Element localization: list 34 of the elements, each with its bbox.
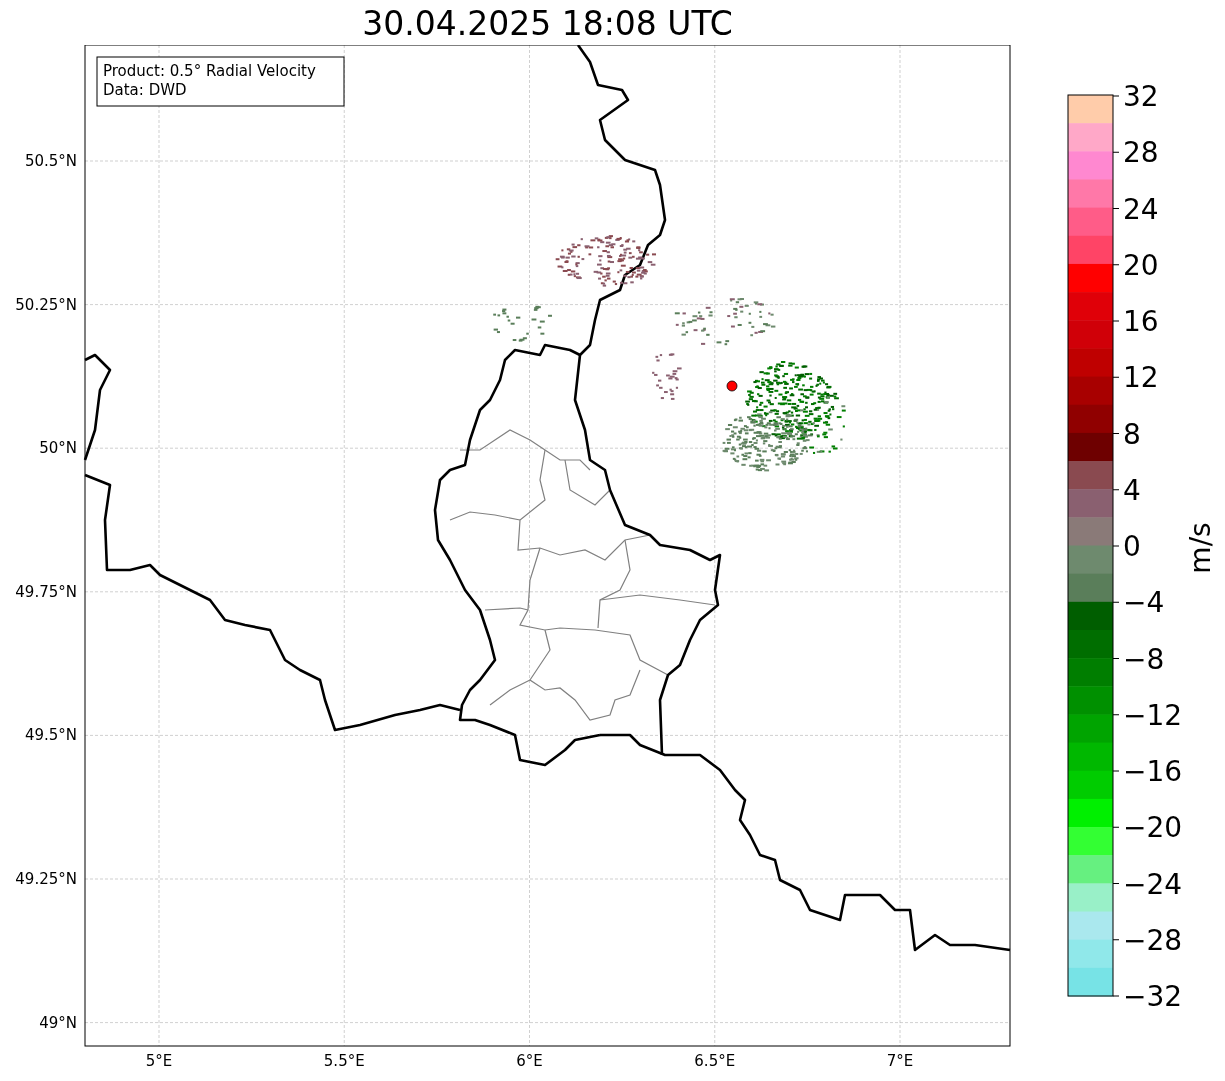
colorbar-tick-label: −12	[1123, 698, 1183, 732]
colorbar-tick-label: 32	[1123, 80, 1159, 113]
colorbar-tick-label: −4	[1123, 586, 1165, 620]
colorbar-tick-label: 0	[1123, 530, 1141, 563]
colorbar-tick-label: −16	[1123, 755, 1183, 788]
chart-title: 30.04.2025 18:08 UTC	[362, 3, 733, 45]
latitude-label: 49°N	[39, 1013, 77, 1032]
colorbar-tick-label: 16	[1123, 305, 1159, 338]
colorbar-tick-label: 8	[1123, 417, 1141, 451]
colorbar-tick-label: 12	[1123, 361, 1159, 395]
latitude-label: 50.25°N	[15, 295, 77, 314]
colorbar-tick-label: −28	[1123, 923, 1183, 957]
colorbar-tick-label: 20	[1123, 248, 1159, 282]
longitude-label: 7°E	[886, 1052, 914, 1070]
colorbar-tick-label: −32	[1123, 980, 1183, 1013]
longitude-label: 6.5°E	[694, 1052, 736, 1070]
info-text: Product: 0.5° Radial Velocity	[103, 62, 316, 80]
latitude-label: 49.5°N	[24, 726, 77, 745]
info-text: Data: DWD	[103, 81, 187, 99]
colorbar-unit-label: m/s	[1184, 522, 1217, 574]
latitude-label: 50.5°N	[24, 152, 77, 170]
latitude-label: 49.25°N	[15, 870, 77, 888]
latitude-label: 49.75°N	[15, 582, 77, 601]
longitude-label: 5.5°E	[323, 1052, 365, 1070]
colorbar-tick-label: 28	[1123, 136, 1159, 170]
latitude-label: 50°N	[39, 439, 77, 458]
colorbar-tick-label: −8	[1123, 642, 1165, 676]
colorbar-tick-label: 4	[1123, 473, 1141, 507]
colorbar-tick-label: 24	[1123, 192, 1159, 226]
colorbar-tick-label: −20	[1123, 811, 1183, 845]
longitude-label: 6°E	[516, 1052, 543, 1070]
colorbar-tick-label: −24	[1123, 867, 1183, 901]
longitude-label: 5°E	[145, 1052, 173, 1070]
radar-site-marker	[726, 380, 738, 392]
